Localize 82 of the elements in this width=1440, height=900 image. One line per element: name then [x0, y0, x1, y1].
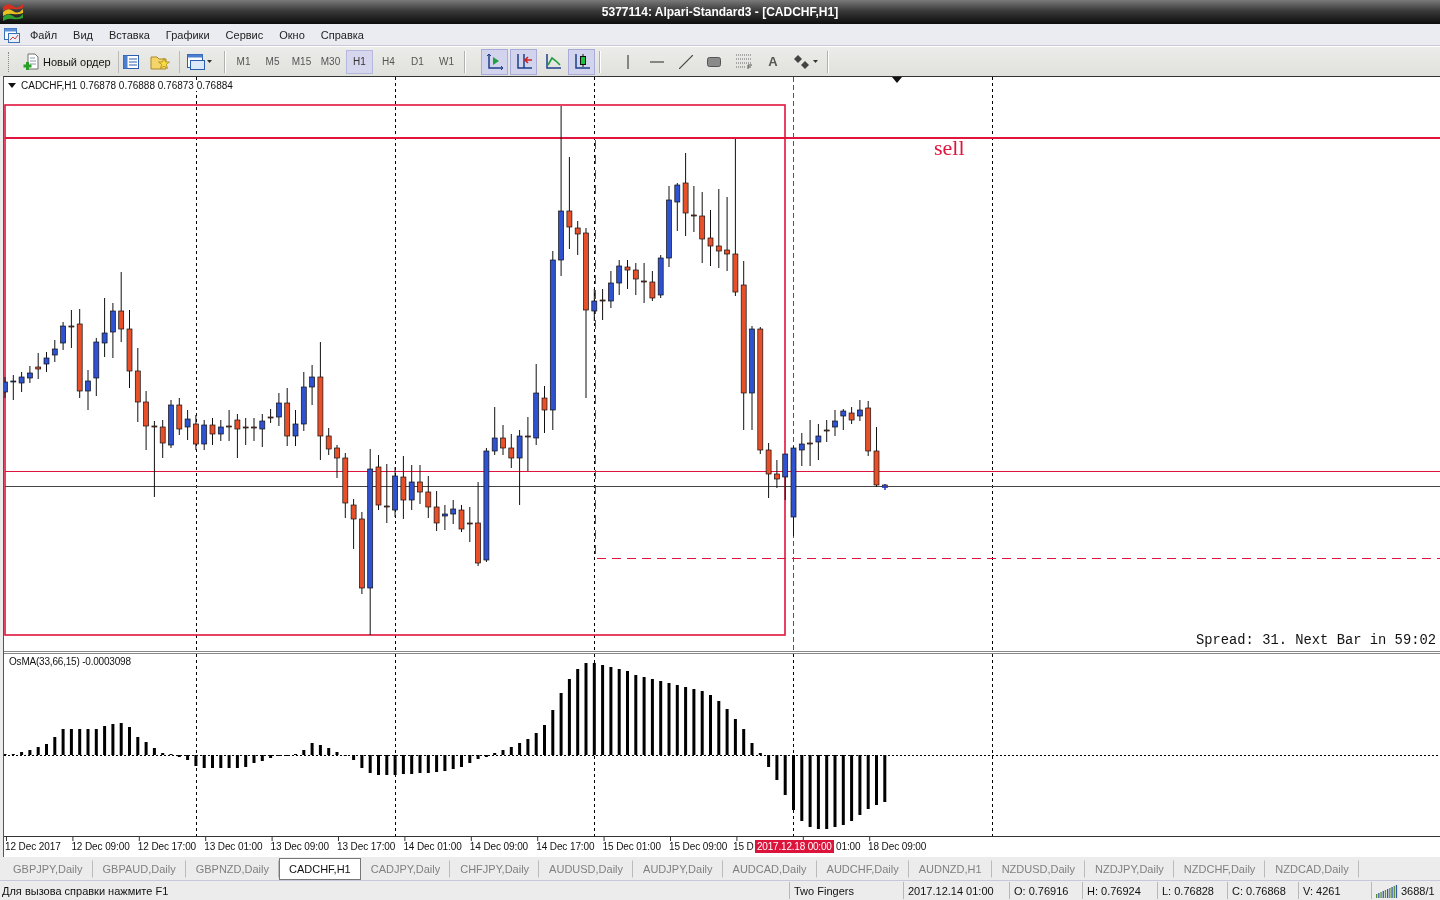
chart-tab[interactable]: CADCHF,H1 [279, 858, 361, 880]
candlestick-icon [572, 52, 591, 71]
chart-tab[interactable]: NZDUSD,Daily [991, 860, 1085, 878]
chart-tab[interactable]: AUDCAD,Daily [722, 860, 817, 878]
trendline-icon[interactable] [679, 54, 693, 69]
chart-tab[interactable]: NZDCHF,Daily [1173, 860, 1266, 878]
time-label: 14 Dec 09:00 [469, 841, 529, 852]
connection-bars-icon [1376, 883, 1398, 898]
auto-scroll-button[interactable] [481, 48, 508, 75]
chart-tab[interactable]: CADJPY,Daily [360, 860, 451, 878]
timeframe-button[interactable]: D1 [404, 49, 431, 74]
time-label: 18 Dec 09:00 [868, 841, 927, 852]
menu-item[interactable]: Окно [271, 28, 313, 41]
time-label: 12 Dec 09:00 [71, 841, 130, 852]
horizontal-line-icon[interactable] [650, 60, 664, 63]
candlestick-chart-button[interactable] [568, 48, 595, 75]
time-label: 14 Dec 01:00 [403, 841, 462, 852]
time-cursor-label: 2017.12.18 00:00 [755, 840, 834, 853]
menu-item[interactable]: Графики [157, 28, 218, 41]
status-low: L: 0.76828 [1157, 882, 1227, 899]
axes-arrow-icon [514, 52, 533, 71]
chart-tab[interactable]: CHFJPY,Daily [450, 860, 540, 878]
chart-tab[interactable]: NZDCAD,Daily [1265, 860, 1359, 878]
time-label: 15 D [733, 841, 754, 852]
time-label: 13 Dec 01:00 [204, 841, 263, 852]
document-plus-icon [23, 52, 41, 71]
chart-tab[interactable]: AUDJPY,Daily [633, 860, 723, 878]
time-label: 15 Dec 01:00 [602, 841, 661, 852]
status-high: H: 0.76924 [1082, 882, 1157, 899]
timeframe-button[interactable]: H4 [375, 49, 402, 74]
timeframe-button[interactable]: H1 [346, 49, 373, 74]
status-help-text: Для вызова справки нажмите F1 [1, 883, 170, 899]
vertical-line-icon[interactable] [627, 54, 629, 69]
stacked-windows-icon[interactable] [187, 53, 205, 70]
caret-icon[interactable] [207, 60, 212, 63]
menu-item[interactable]: Вставка [100, 28, 158, 41]
status-close: C: 0.76868 [1227, 882, 1298, 899]
window-title: 5377114: Alpari-Standard3 - [CADCHF,H1] [601, 5, 839, 19]
line-chart-icon [543, 52, 562, 71]
chart-tab[interactable]: AUDNZD,H1 [908, 860, 992, 878]
status-volume: V: 4261 [1298, 882, 1371, 899]
chart-window-icon[interactable] [4, 26, 20, 43]
timeframe-button[interactable]: M15 [288, 49, 315, 74]
timeframe-button[interactable]: M30 [317, 49, 344, 74]
text-tool-button[interactable]: A [763, 50, 783, 73]
time-label: 12 Dec 2017 [5, 841, 61, 852]
status-time: 2017.12.14 01:00 [903, 882, 1009, 899]
dotted-lines-icon[interactable] [736, 54, 752, 69]
status-open: O: 0.76916 [1009, 882, 1082, 899]
spread-comment: Spread: 31. Next Bar in 59:02 [1195, 633, 1436, 650]
chart-text-label: sell [934, 135, 965, 162]
app-logo-icon [2, 2, 24, 22]
menu-item[interactable]: Справка [312, 28, 372, 41]
chart-tab[interactable]: NZDJPY,Daily [1084, 860, 1174, 878]
triangle-marker-icon[interactable] [892, 77, 902, 83]
menu-item[interactable]: Файл [22, 28, 66, 41]
chart-tab[interactable]: GBPJPY,Daily [3, 860, 93, 878]
diamonds-icon[interactable] [794, 54, 810, 69]
new-order-button[interactable]: Новый ордер [20, 49, 114, 74]
axes-play-icon [485, 52, 504, 71]
chart-tab[interactable]: GBPAUD,Daily [92, 860, 186, 878]
time-label: 13 Dec 17:00 [337, 841, 396, 852]
timeframe-button[interactable]: W1 [433, 49, 460, 74]
rectangle-tool-icon[interactable] [707, 56, 721, 67]
time-label: 15 Dec 09:00 [669, 841, 728, 852]
dropdown-triangle-icon[interactable] [8, 83, 16, 88]
menu-item[interactable]: Вид [65, 28, 101, 41]
chart-shift-button[interactable] [510, 48, 537, 75]
time-label: 14 Dec 17:00 [536, 841, 595, 852]
chart-tab[interactable]: AUDCHF,Daily [816, 860, 909, 878]
chart-symbol-info: CADCHF,H1 0.76878 0.76888 0.76873 0.76884 [21, 80, 233, 91]
caret-icon[interactable] [813, 60, 818, 63]
status-profile: Two Fingers [789, 882, 903, 899]
time-label: 12 Dec 17:00 [137, 841, 197, 852]
timeframe-button[interactable]: M5 [259, 49, 286, 74]
time-label: 01:00 [836, 841, 861, 852]
status-traffic: 3688/1 [1401, 884, 1435, 897]
list-window-icon[interactable] [123, 53, 139, 70]
chart-tab[interactable]: AUDUSD,Daily [539, 860, 634, 878]
time-label: 13 Dec 09:00 [270, 841, 329, 852]
timeframe-button[interactable]: M1 [230, 49, 257, 74]
menu-item[interactable]: Сервис [217, 28, 272, 41]
